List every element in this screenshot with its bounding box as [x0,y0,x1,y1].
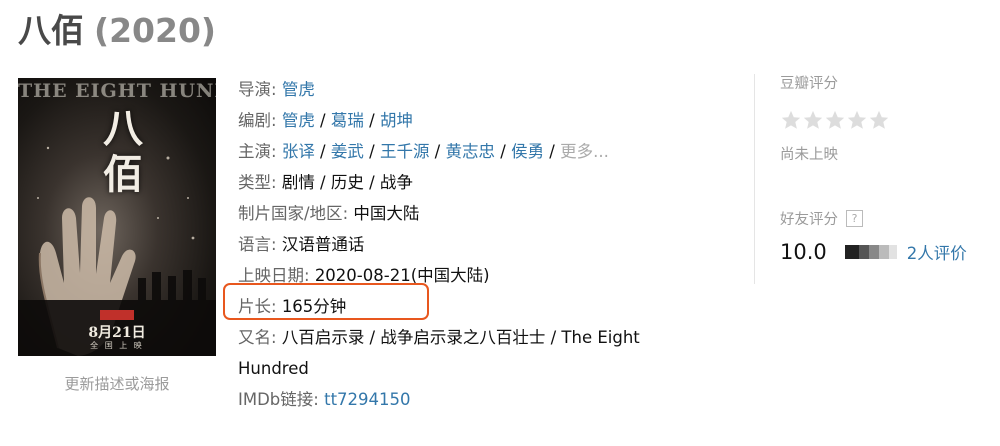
cast-label: 主演 [238,142,271,161]
cast-link[interactable]: 黄志忠 [446,142,496,161]
writer-link[interactable]: 胡坤 [380,111,413,130]
cast-link[interactable]: 侯勇 [511,142,544,161]
separator: / [495,142,512,161]
country-value: 中国大陆 [353,204,420,223]
imdb-link[interactable]: tt7294150 [324,390,410,409]
bar-segment [868,245,879,259]
director-link[interactable]: 管虎 [282,80,315,99]
separator: / [314,111,331,130]
imdb-label: IMDb链接 [238,390,314,409]
genre-label: 类型 [238,173,271,192]
friend-score: 10.0 [780,240,827,264]
director-label: 导演 [238,80,271,99]
poster-release-sub: 全 国 上 映 [90,341,144,350]
runtime-highlight-box [223,283,429,320]
page-title: 八佰 (2020) [18,8,216,54]
cast-row: 主演: 张译 / 姜武 / 王千源 / 黄志忠 / 侯勇 / 更多... [238,136,708,167]
friend-rating-bar [844,245,897,259]
star-empty-icon [847,110,867,129]
cast-link[interactable]: 姜武 [331,142,364,161]
rating-status: 尚未上映 [780,147,838,163]
country-row: 制片国家/地区: 中国大陆 [238,198,708,229]
writer-link[interactable]: 葛瑞 [331,111,364,130]
rating-divider [754,74,755,284]
bar-segment [844,245,859,259]
movie-info: 导演: 管虎 编剧: 管虎 / 葛瑞 / 胡坤 主演: 张译 / 姜武 / 王千… [238,74,708,415]
bar-segment [888,245,897,259]
colon: : [271,328,282,347]
separator: / [314,142,331,161]
writer-row: 编剧: 管虎 / 葛瑞 / 胡坤 [238,105,708,136]
star-empty-icon [781,110,801,129]
poster-title-en: THE EIGHT HUNDRED [18,80,216,102]
star-empty-icon [869,110,889,129]
friend-rating-row: 10.0 2人评价 [780,240,990,264]
cast-more-link[interactable]: 更多... [560,142,609,161]
colon: : [271,142,282,161]
aka-value: 八百启示录 / 战争启示录之八百壮士 / The Eight Hundred [238,328,640,378]
star-empty-icon [825,110,845,129]
star-rating [780,109,990,133]
language-value: 汉语普通话 [281,235,365,254]
friend-rating-label: 好友评分 [780,212,838,228]
poster-badge [100,310,134,320]
movie-poster[interactable]: THE EIGHT HUNDRED 八佰 8月21日 全 国 上 映 [18,78,216,356]
separator: / [544,142,561,161]
separator: / [363,142,380,161]
movie-title: 八佰 [18,11,84,50]
cast-link[interactable]: 张译 [282,142,315,161]
language-row: 语言: 汉语普通话 [238,229,708,260]
colon: : [313,390,325,409]
colon: : [271,111,282,130]
friend-rating-header: 好友评分 ? [780,208,990,229]
genre-value: 剧情 / 历史 / 战争 [281,173,413,192]
update-poster-link[interactable]: 更新描述或海报 [18,373,216,394]
movie-year: (2020) [94,11,217,50]
bar-segment [878,245,889,259]
colon: : [271,235,282,254]
writer-label: 编剧 [238,111,271,130]
friend-count-link[interactable]: 2人评价 [907,240,967,264]
bar-segment [858,245,869,259]
poster-title-cn: 八佰 [103,105,143,198]
separator: / [429,142,446,161]
poster-release-date: 8月21日 [88,325,146,341]
rating-panel: 豆瓣评分 尚未上映 好友评分 ? 10.0 2人评价 [780,72,990,264]
colon: : [342,204,354,223]
writer-link[interactable]: 管虎 [282,111,315,130]
colon: : [271,80,282,99]
separator: / [363,111,380,130]
country-label: 制片国家/地区 [238,204,343,223]
cast-link[interactable]: 王千源 [380,142,430,161]
douban-rating-label: 豆瓣评分 [780,76,838,92]
imdb-row: IMDb链接: tt7294150 [238,384,708,415]
aka-row: 又名: 八百启示录 / 战争启示录之八百壮士 / The Eight Hundr… [238,322,708,384]
star-empty-icon [803,110,823,129]
aka-label: 又名 [238,328,271,347]
language-label: 语言 [238,235,271,254]
help-icon[interactable]: ? [846,210,863,227]
colon: : [271,173,282,192]
director-row: 导演: 管虎 [238,74,708,105]
genre-row: 类型: 剧情 / 历史 / 战争 [238,167,708,198]
